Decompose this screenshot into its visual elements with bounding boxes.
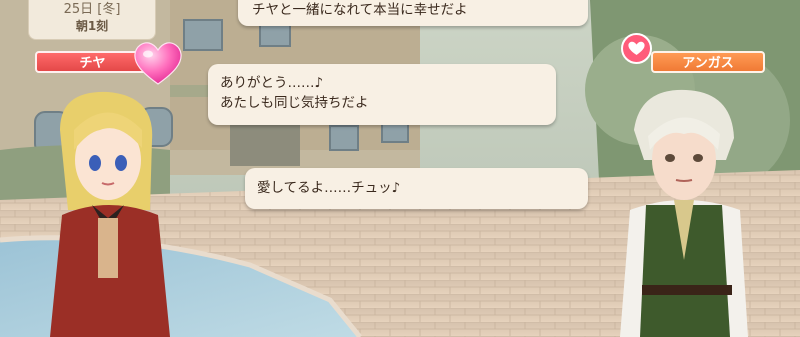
dialogue-text-1: チヤと一緒になれて本当に幸せだよ: [252, 2, 468, 18]
dialogue-bubble-1[interactable]: チヤと一緒になれて本当に幸せだよ: [238, 0, 588, 26]
dialogue-bubble-2[interactable]: ありがとう……♪ あたしも同じ気持ちだよ: [208, 64, 556, 125]
heart-icon: [134, 42, 182, 85]
time-of-day-label: 朝1刻: [75, 19, 109, 33]
character-angus[interactable]: [620, 89, 748, 337]
date-time-panel: 25日 [冬] 朝1刻: [28, 0, 156, 40]
dialogue-text-3: 愛してるよ……チュッ♪: [257, 180, 401, 196]
game-scene[interactable]: 25日 [冬] 朝1刻 チヤ アンガス チヤと一緒になれて本当に幸せだよ ありが…: [0, 0, 800, 337]
affection-heart-icon: [621, 33, 652, 64]
dialogue-bubble-3[interactable]: 愛してるよ……チュッ♪: [245, 168, 588, 209]
dialogue-text-2a: ありがとう……♪: [220, 75, 324, 91]
heart-icon: [628, 41, 645, 55]
dialogue-text-2b: あたしも同じ気持ちだよ: [220, 95, 369, 111]
nameplate-angus: アンガス: [651, 51, 765, 73]
date-label: 25日 [冬]: [63, 2, 121, 17]
